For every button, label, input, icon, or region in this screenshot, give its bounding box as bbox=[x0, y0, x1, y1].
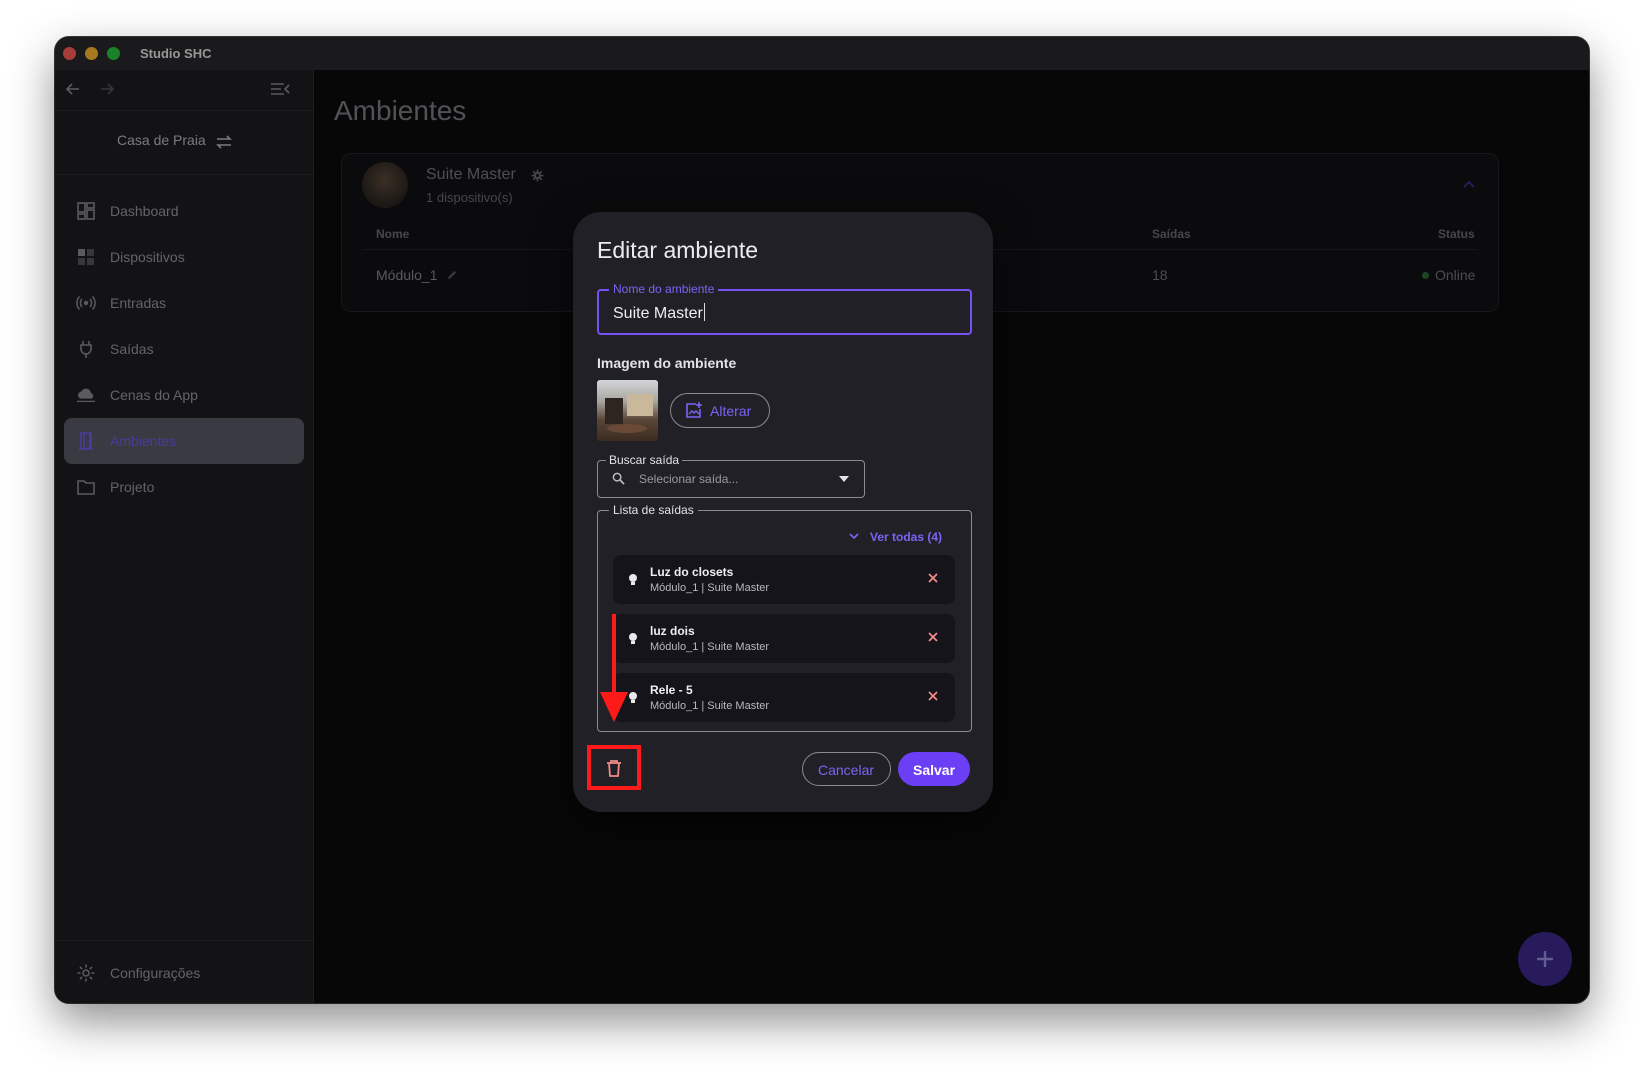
output-name: Rele - 5 bbox=[650, 683, 693, 697]
output-location: Módulo_1 | Suite Master bbox=[650, 700, 770, 712]
see-all-link[interactable]: Ver todas (4) bbox=[870, 530, 942, 544]
output-list-label: Lista de saídas bbox=[609, 503, 698, 517]
change-image-button[interactable]: Alterar bbox=[670, 393, 770, 428]
search-output-select[interactable]: Buscar saída Selecionar saída... bbox=[597, 453, 865, 498]
room-image-thumbnail bbox=[597, 380, 658, 441]
list-item: Luz do closets Módulo_1 | Suite Master bbox=[613, 555, 955, 604]
remove-icon[interactable] bbox=[926, 571, 940, 585]
output-list: Lista de saídas Ver todas (4) Luz do clo… bbox=[597, 503, 972, 732]
edit-room-dialog: Editar ambiente Nome do ambiente Suite M… bbox=[573, 212, 993, 812]
output-name: Luz do closets bbox=[650, 565, 734, 579]
search-output-label: Buscar saída bbox=[606, 453, 683, 467]
search-output-placeholder: Selecionar saída... bbox=[639, 472, 739, 486]
lightbulb-icon bbox=[629, 574, 637, 585]
chevron-down-icon[interactable] bbox=[849, 533, 859, 540]
cancel-button[interactable]: Cancelar bbox=[802, 752, 891, 786]
lightbulb-icon bbox=[629, 633, 637, 644]
remove-icon[interactable] bbox=[926, 630, 940, 644]
list-item: Rele - 5 Módulo_1 | Suite Master bbox=[613, 673, 955, 722]
lightbulb-icon bbox=[629, 692, 637, 703]
save-button-label: Salvar bbox=[913, 762, 956, 778]
cancel-button-label: Cancelar bbox=[818, 762, 875, 778]
add-photo-icon bbox=[686, 402, 702, 418]
output-location: Módulo_1 | Suite Master bbox=[650, 641, 770, 653]
dialog-title: Editar ambiente bbox=[597, 237, 759, 263]
dropdown-arrow-icon bbox=[839, 476, 849, 482]
image-section-label: Imagem do ambiente bbox=[597, 355, 737, 371]
room-name-field[interactable]: Nome do ambiente Suite Master bbox=[597, 282, 972, 335]
list-item: luz dois Módulo_1 | Suite Master bbox=[613, 614, 955, 663]
output-location: Módulo_1 | Suite Master bbox=[650, 582, 770, 594]
save-button[interactable]: Salvar bbox=[898, 752, 970, 786]
room-name-field-label: Nome do ambiente bbox=[609, 282, 719, 296]
delete-room-button[interactable] bbox=[587, 745, 641, 790]
remove-icon[interactable] bbox=[926, 689, 940, 703]
search-icon bbox=[612, 472, 625, 485]
output-name: luz dois bbox=[650, 624, 695, 638]
room-name-field-value: Suite Master bbox=[613, 305, 703, 322]
trash-icon bbox=[607, 760, 621, 777]
change-image-label: Alterar bbox=[710, 403, 752, 419]
